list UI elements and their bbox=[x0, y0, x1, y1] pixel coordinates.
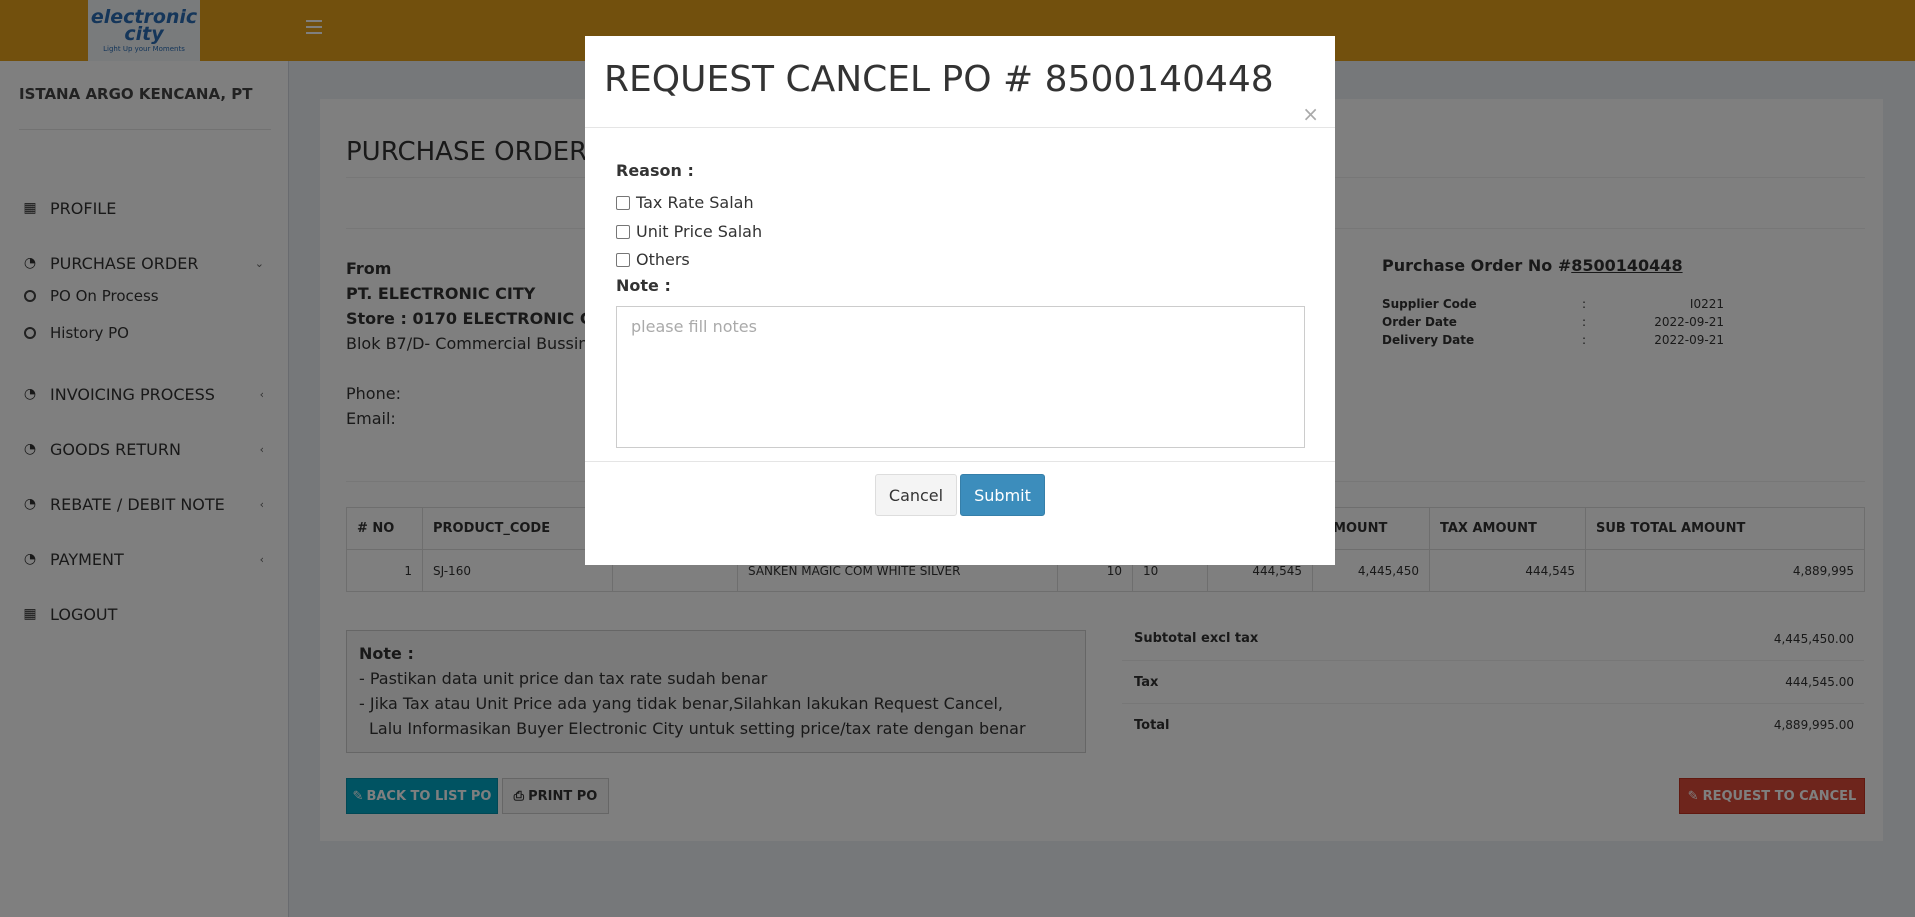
reason-option-others[interactable]: Others bbox=[616, 250, 690, 269]
reason-option-unit-price[interactable]: Unit Price Salah bbox=[616, 222, 762, 241]
modal-divider bbox=[585, 127, 1335, 128]
reason-option-tax-rate[interactable]: Tax Rate Salah bbox=[616, 193, 754, 212]
request-cancel-modal: REQUEST CANCEL PO # 8500140448 × Reason … bbox=[585, 36, 1335, 565]
reason-label: Reason : bbox=[616, 161, 694, 180]
note-label: Note : bbox=[616, 276, 671, 295]
option-label: Others bbox=[636, 250, 690, 269]
submit-button[interactable]: Submit bbox=[960, 474, 1045, 516]
checkbox[interactable] bbox=[616, 195, 630, 210]
option-label: Unit Price Salah bbox=[636, 222, 763, 241]
modal-title: REQUEST CANCEL PO # 8500140448 bbox=[604, 59, 1274, 100]
modal-divider bbox=[585, 461, 1335, 462]
notes-textarea[interactable]: please fill notes bbox=[616, 306, 1305, 448]
checkbox[interactable] bbox=[616, 224, 630, 239]
checkbox[interactable] bbox=[616, 252, 630, 267]
close-icon[interactable]: × bbox=[1302, 104, 1319, 124]
cancel-button[interactable]: Cancel bbox=[875, 474, 957, 516]
option-label: Tax Rate Salah bbox=[636, 193, 754, 212]
